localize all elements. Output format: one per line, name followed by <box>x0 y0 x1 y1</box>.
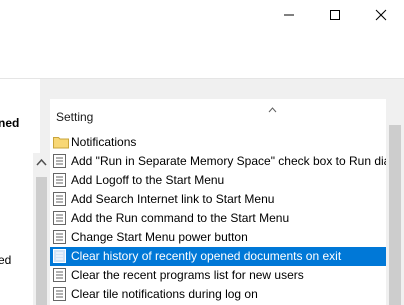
policy-setting-icon <box>53 154 66 168</box>
list-scrollbar[interactable] <box>386 99 404 305</box>
list-item-label: Clear history of recently opened documen… <box>71 249 342 263</box>
list-item[interactable]: Add Search Internet link to Start Menu <box>50 190 386 209</box>
list-item-selected[interactable]: Clear history of recently opened documen… <box>50 247 386 266</box>
list-scrollbar-thumb[interactable] <box>389 125 401 305</box>
list-item-label: Notifications <box>71 135 137 149</box>
policy-setting-icon <box>53 192 66 206</box>
list-item[interactable]: Clear the recent programs list for new u… <box>50 266 386 285</box>
policy-setting-icon <box>53 268 66 282</box>
close-icon <box>375 9 387 21</box>
minimize-icon <box>284 14 294 16</box>
column-header-setting[interactable]: Setting <box>56 110 93 124</box>
tree-scrollbar-thumb[interactable] <box>36 177 47 305</box>
list-item-label: Add Logoff to the Start Menu <box>71 173 225 187</box>
policy-setting-icon <box>53 211 66 225</box>
list-item[interactable]: Add Logoff to the Start Menu <box>50 171 386 190</box>
list-item[interactable]: Clear tile notifications during log on <box>50 285 386 304</box>
sort-ascending-icon <box>268 107 277 113</box>
policy-setting-icon <box>53 173 66 187</box>
list-item-label: Add the Run command to the Start Menu <box>71 211 290 225</box>
minimize-button[interactable] <box>266 0 312 30</box>
scroll-up-icon[interactable] <box>35 157 48 167</box>
settings-list: Setting Notifications Add "Run in Separa… <box>50 99 386 305</box>
maximize-icon <box>330 10 340 20</box>
policy-setting-icon <box>53 287 66 301</box>
list-item-label: Clear tile notifications during log on <box>71 287 258 301</box>
close-button[interactable] <box>358 0 404 30</box>
toolbar-area <box>0 30 404 78</box>
list-item[interactable]: Add "Run in Separate Memory Space" check… <box>50 152 386 171</box>
folder-icon <box>53 137 69 149</box>
list-item[interactable]: Notifications <box>50 133 386 152</box>
tree-node-label[interactable]: ned <box>0 116 19 130</box>
tree-scrollbar[interactable] <box>33 153 50 305</box>
list-item-label: Clear the recent programs list for new u… <box>71 268 304 282</box>
list-item-label: Add "Run in Separate Memory Space" check… <box>71 154 386 168</box>
policy-setting-icon <box>53 249 66 263</box>
list-item-label: Add Search Internet link to Start Menu <box>71 192 275 206</box>
tree-node-label-2[interactable]: ed <box>0 253 11 267</box>
maximize-button[interactable] <box>312 0 358 30</box>
list-item[interactable]: Add the Run command to the Start Menu <box>50 209 386 228</box>
list-item-label: Change Start Menu power button <box>71 230 248 244</box>
main-content: ned ed Setting Notifications Add "Run in… <box>0 79 404 305</box>
title-bar <box>0 0 404 30</box>
policy-setting-icon <box>53 230 66 244</box>
list-item[interactable]: Change Start Menu power button <box>50 228 386 247</box>
